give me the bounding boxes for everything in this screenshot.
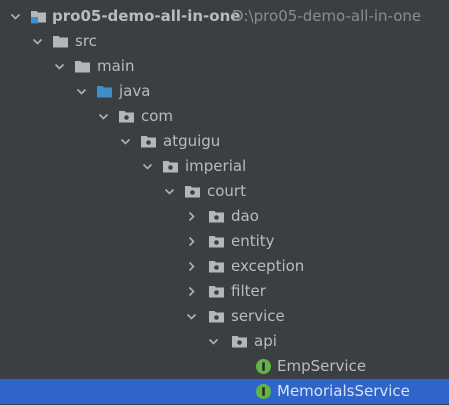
tree-node-exception[interactable]: exception [0, 254, 449, 279]
package-icon [184, 183, 201, 200]
source-root-folder-icon [96, 83, 113, 100]
package-icon [140, 133, 157, 150]
chevron-right-icon[interactable] [186, 211, 197, 222]
package-icon [231, 333, 248, 350]
tree-node-label: atguigu [163, 132, 221, 150]
tree-node-label: court [207, 182, 246, 200]
tree-node-label: service [231, 307, 285, 325]
package-icon [118, 108, 135, 125]
chevron-down-icon[interactable] [208, 336, 219, 347]
tree-node-com[interactable]: com [0, 104, 449, 129]
tree-node-main[interactable]: main [0, 54, 449, 79]
interface-icon [255, 358, 272, 375]
package-icon [162, 158, 179, 175]
tree-node-atguigu[interactable]: atguigu [0, 129, 449, 154]
tree-node-src[interactable]: src [0, 29, 449, 54]
chevron-down-icon[interactable] [32, 36, 43, 47]
folder-icon [74, 58, 91, 75]
tree-node-label: main [97, 57, 135, 75]
project-tree: pro05-demo-all-in-one D:\pro05-demo-all-… [0, 0, 449, 405]
tree-node-label: exception [231, 257, 305, 275]
chevron-down-icon[interactable] [120, 136, 131, 147]
chevron-right-icon[interactable] [186, 236, 197, 247]
tree-node-label: dao [231, 207, 259, 225]
folder-icon [52, 33, 69, 50]
module-folder-icon [30, 8, 47, 25]
tree-node-label: MemorialsService [277, 382, 410, 400]
chevron-down-icon[interactable] [164, 186, 175, 197]
project-path: D:\pro05-demo-all-in-one [232, 7, 422, 25]
tree-node-emp-service[interactable]: EmpService [0, 354, 449, 379]
chevron-down-icon[interactable] [54, 61, 65, 72]
tree-node-label: src [75, 32, 97, 50]
tree-node-root[interactable]: pro05-demo-all-in-one D:\pro05-demo-all-… [0, 4, 449, 29]
tree-node-label: filter [231, 282, 266, 300]
tree-node-label: api [254, 332, 277, 350]
chevron-right-icon[interactable] [186, 286, 197, 297]
chevron-right-icon[interactable] [186, 261, 197, 272]
package-icon [208, 283, 225, 300]
tree-node-imperial[interactable]: imperial [0, 154, 449, 179]
tree-node-label: entity [231, 232, 275, 250]
tree-node-dao[interactable]: dao [0, 204, 449, 229]
package-icon [208, 308, 225, 325]
tree-node-filter[interactable]: filter [0, 279, 449, 304]
chevron-down-icon[interactable] [98, 111, 109, 122]
chevron-down-icon[interactable] [76, 86, 87, 97]
chevron-down-icon[interactable] [142, 161, 153, 172]
tree-node-label: com [141, 107, 174, 125]
chevron-down-icon[interactable] [186, 311, 197, 322]
interface-icon [255, 383, 272, 400]
tree-node-label: EmpService [277, 357, 367, 375]
tree-node-service[interactable]: service [0, 304, 449, 329]
chevron-down-icon[interactable] [10, 11, 21, 22]
package-icon [208, 208, 225, 225]
package-icon [208, 258, 225, 275]
tree-node-court[interactable]: court [0, 179, 449, 204]
package-icon [208, 233, 225, 250]
tree-node-memorials-service[interactable]: MemorialsService [0, 379, 449, 404]
tree-node-label: imperial [185, 157, 247, 175]
tree-node-label: java [119, 82, 151, 100]
tree-node-label: pro05-demo-all-in-one [52, 7, 241, 25]
tree-node-api[interactable]: api [0, 329, 449, 354]
tree-node-entity[interactable]: entity [0, 229, 449, 254]
tree-node-java[interactable]: java [0, 79, 449, 104]
